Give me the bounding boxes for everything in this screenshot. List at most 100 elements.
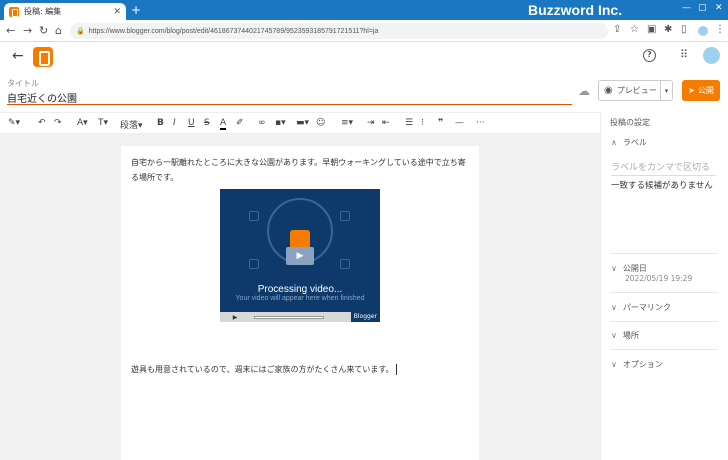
play-icon[interactable]: ▶ bbox=[220, 314, 250, 321]
address-bar: ← → ↻ ⌂ 🔒 https://www.blogger.com/blog/p… bbox=[0, 20, 728, 42]
strikethrough-icon[interactable]: S bbox=[204, 118, 210, 128]
numbered-list-icon[interactable]: ⁝ bbox=[421, 118, 424, 128]
indent-icon[interactable]: ⇥ bbox=[367, 118, 375, 128]
close-window-icon[interactable]: ✕ bbox=[715, 3, 723, 13]
preview-button[interactable]: ◉ プレビュー ▾ bbox=[598, 80, 673, 101]
bulleted-list-icon[interactable]: ☰ bbox=[405, 118, 413, 128]
outdent-icon[interactable]: ⇤ bbox=[382, 118, 390, 128]
chevron-down-icon: ∨ bbox=[611, 360, 617, 369]
reel-square-decoration bbox=[249, 259, 259, 269]
divider-icon[interactable]: — bbox=[455, 118, 464, 128]
eye-icon: ◉ bbox=[604, 85, 613, 96]
extension-icon[interactable]: ▣ bbox=[647, 24, 656, 35]
image-icon[interactable]: ▪▾ bbox=[275, 118, 286, 128]
profile-icon[interactable] bbox=[698, 26, 708, 36]
tab-close-icon[interactable]: ✕ bbox=[113, 7, 121, 17]
video-processing-subtitle: Your video will appear here when finishe… bbox=[235, 295, 365, 302]
highlight-icon[interactable]: ✐ bbox=[236, 118, 244, 128]
chevron-down-icon: ∨ bbox=[611, 264, 617, 273]
divider bbox=[610, 253, 718, 254]
chevron-down-icon: ∨ bbox=[611, 303, 617, 312]
home-icon[interactable]: ⌂ bbox=[55, 24, 62, 37]
back-arrow-icon[interactable]: ← bbox=[12, 48, 24, 64]
labels-section-toggle[interactable]: ∧ ラベル bbox=[611, 137, 647, 148]
redo-icon[interactable]: ↷ bbox=[54, 118, 62, 128]
publish-button[interactable]: ➤ 公開 bbox=[682, 80, 720, 101]
video-icon[interactable]: ▬▾ bbox=[296, 118, 309, 128]
publish-date-value: 2022/05/19 19:29 bbox=[625, 274, 693, 283]
reel-square-decoration bbox=[249, 211, 259, 221]
options-title: オプション bbox=[622, 360, 663, 369]
title-label: タイトル bbox=[7, 79, 39, 88]
share-icon[interactable]: ⇪ bbox=[613, 24, 621, 35]
preview-label: プレビュー bbox=[616, 86, 657, 95]
font-icon[interactable]: A▾ bbox=[77, 118, 88, 128]
apps-icon[interactable]: ⠿ bbox=[680, 48, 688, 61]
sidebar-icon[interactable]: ▯ bbox=[681, 24, 687, 35]
undo-icon[interactable]: ↶ bbox=[38, 118, 46, 128]
menu-icon[interactable]: ⋮ bbox=[715, 24, 725, 35]
minimize-icon[interactable]: — bbox=[682, 3, 691, 13]
reload-icon[interactable]: ↻ bbox=[39, 24, 48, 37]
window-title: Buzzword Inc. bbox=[528, 2, 623, 18]
paragraph-style-dropdown[interactable]: 段落▾ bbox=[120, 118, 143, 131]
star-icon[interactable]: ☆ bbox=[630, 24, 639, 35]
underline-icon[interactable]: U bbox=[188, 118, 195, 128]
publish-date-section-toggle[interactable]: ∨ 公開日 bbox=[611, 263, 647, 274]
reel-square-decoration bbox=[340, 211, 350, 221]
video-placeholder[interactable]: ▶ Processing video... Your video will ap… bbox=[220, 189, 380, 312]
text-color-icon[interactable]: A bbox=[220, 118, 227, 130]
pen-icon[interactable]: ✎▾ bbox=[8, 118, 20, 128]
labels-input[interactable]: ラベルをカンマで区切る bbox=[611, 160, 716, 176]
divider bbox=[610, 349, 718, 350]
italic-icon[interactable]: I bbox=[173, 118, 176, 128]
font-size-icon[interactable]: T▾ bbox=[98, 118, 108, 128]
url-text: https://www.blogger.com/blog/post/edit/4… bbox=[88, 27, 379, 35]
labels-title: ラベル bbox=[622, 138, 647, 147]
send-icon: ➤ bbox=[688, 86, 695, 95]
divider bbox=[610, 321, 718, 322]
tab-title: 投稿: 編集 bbox=[24, 7, 62, 16]
chevron-down-icon: ∨ bbox=[611, 331, 617, 340]
lock-icon: 🔒 bbox=[76, 28, 85, 35]
quote-icon[interactable]: ❞ bbox=[438, 118, 443, 128]
back-arrow-icon[interactable]: ← bbox=[6, 24, 15, 37]
reel-square-decoration bbox=[340, 259, 350, 269]
location-section-toggle[interactable]: ∨ 場所 bbox=[611, 330, 639, 341]
emoji-icon[interactable]: ☺ bbox=[316, 118, 325, 128]
blogger-logo-icon[interactable] bbox=[33, 47, 53, 67]
browser-tab[interactable]: 投稿: 編集 ✕ bbox=[4, 3, 126, 20]
more-icon[interactable]: ··· bbox=[476, 118, 485, 128]
video-progress-bar[interactable] bbox=[254, 315, 324, 319]
body-paragraph-2-text: 遊具も用意されているので、週末にはご家族の方がたくさん来ています。 bbox=[131, 365, 394, 374]
post-settings-heading: 投稿の設定 bbox=[610, 118, 650, 127]
title-input[interactable]: 自宅近くの公園 bbox=[7, 90, 572, 105]
cloud-saved-icon: ☁ bbox=[578, 84, 590, 98]
bold-icon[interactable]: B bbox=[157, 118, 164, 128]
body-paragraph[interactable]: 遊具も用意されているので、週末にはご家族の方がたくさん来ています。 bbox=[131, 364, 397, 375]
text-cursor bbox=[395, 364, 397, 375]
body-paragraph[interactable]: 自宅から一駅離れたところに大きな公園があります。早朝ウォーキングしている途中で立… bbox=[131, 155, 471, 185]
chevron-down-icon[interactable]: ▾ bbox=[660, 81, 672, 100]
permalink-section-toggle[interactable]: ∨ パーマリンク bbox=[611, 302, 671, 313]
link-icon[interactable]: ∞ bbox=[258, 118, 266, 128]
app-header: ← ? ⠿ bbox=[0, 42, 728, 74]
browser-tab-bar: 投稿: 編集 ✕ + Buzzword Inc. — ▢ ✕ bbox=[0, 0, 728, 20]
permalink-title: パーマリンク bbox=[622, 303, 671, 312]
forward-arrow-icon[interactable]: → bbox=[23, 24, 32, 37]
publish-date-title: 公開日 bbox=[622, 264, 647, 273]
puzzle-icon[interactable]: ✱ bbox=[664, 24, 672, 35]
url-input[interactable]: 🔒 https://www.blogger.com/blog/post/edit… bbox=[70, 23, 608, 39]
new-tab-button[interactable]: + bbox=[131, 3, 141, 17]
video-controls: ▶ Blogger bbox=[220, 312, 380, 322]
align-icon[interactable]: ≡▾ bbox=[341, 118, 353, 128]
play-icon: ▶ bbox=[286, 247, 314, 265]
divider bbox=[610, 292, 718, 293]
location-title: 場所 bbox=[622, 331, 639, 340]
help-icon[interactable]: ? bbox=[643, 49, 656, 62]
options-section-toggle[interactable]: ∨ オプション bbox=[611, 359, 663, 370]
paragraph-style-label: 段落 bbox=[120, 121, 139, 131]
chevron-up-icon: ∧ bbox=[611, 138, 617, 147]
maximize-icon[interactable]: ▢ bbox=[698, 3, 707, 13]
avatar[interactable] bbox=[703, 47, 720, 64]
